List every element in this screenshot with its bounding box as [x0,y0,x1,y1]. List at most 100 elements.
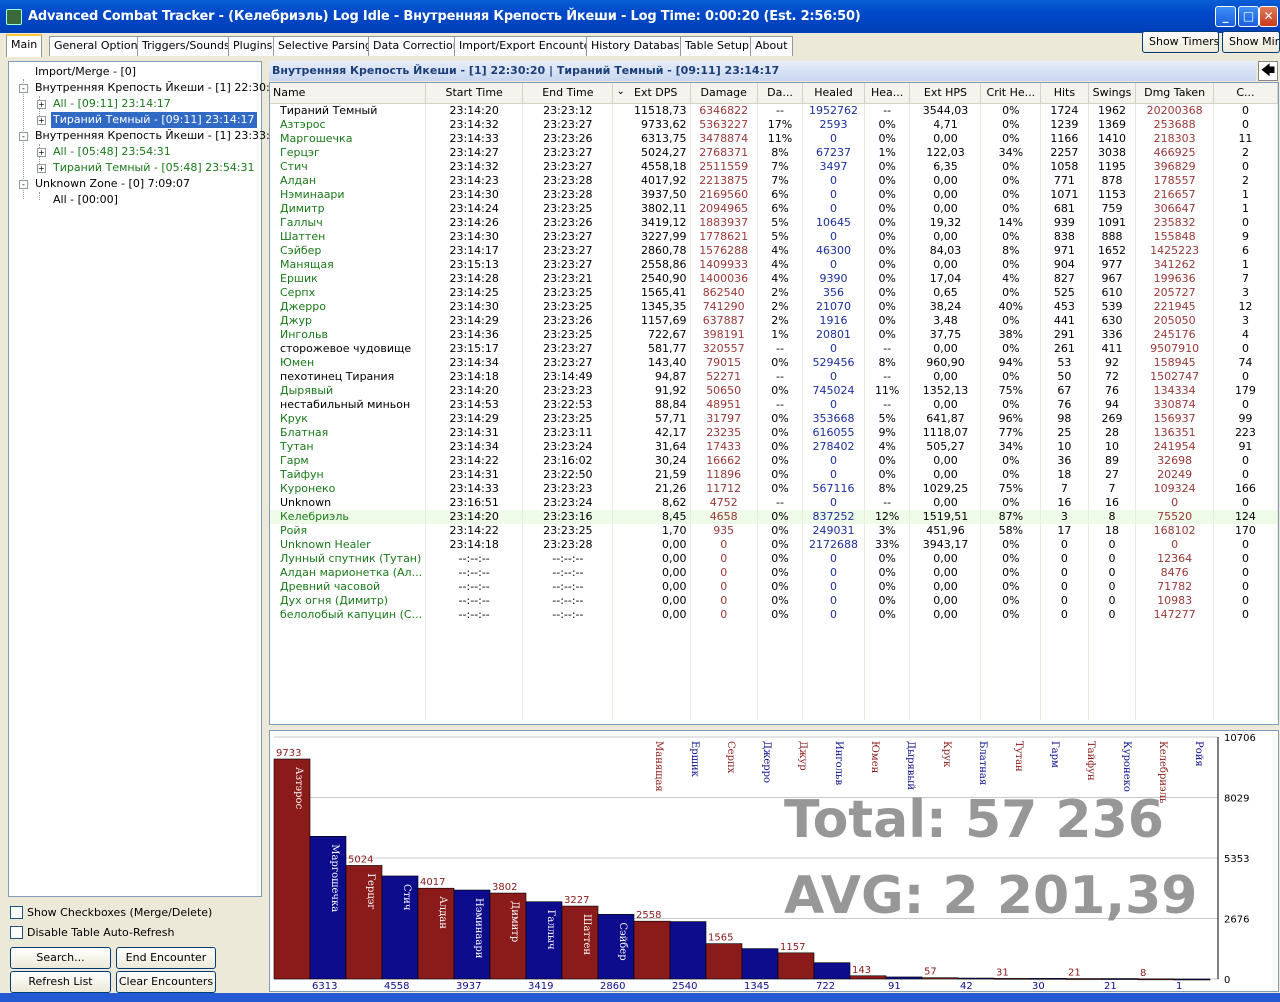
table-row[interactable]: Азтэрос 23:14:32 23:23:27 9733,62 5363227 17%… [270,117,1278,132]
disable-refresh-checkbox[interactable] [10,926,23,939]
table-row[interactable]: Дух огня (Димитр) --:--:-- --:--:-- 0,00 0 0%… [270,593,1278,608]
tab-selective-parsing[interactable]: Selective Parsing [273,36,377,56]
refresh-list-button[interactable]: Refresh List [10,971,111,993]
table-row[interactable]: Сэйбер 23:14:17 23:23:27 2860,78 1576288 4% 46… [270,243,1278,258]
table-row[interactable]: Тутан 23:14:34 23:23:24 31,64 17433 0% 278402 4… [270,439,1278,454]
tree-node-all-3[interactable]: All - [00:00] [53,192,118,208]
table-row[interactable]: Гарм 23:14:22 23:16:02 30,24 16662 0% 0 0% 0,00 0… [270,453,1278,468]
tree-node-import-merge[interactable]: Import/Merge - [0] [35,64,136,80]
table-row[interactable]: нестабильный миньон 23:14:53 23:22:53 88,84… [270,397,1278,412]
tree-node-all-1[interactable]: All - [09:11] 23:14:17 [53,96,171,112]
table-cell: 2593 [802,117,865,132]
table-row[interactable]: Джур 23:14:29 23:23:26 1157,69 637887 2% 1916 0… [270,313,1278,328]
expand-icon[interactable]: + [37,164,46,173]
column-header[interactable]: Hea... [864,83,911,104]
table-row[interactable]: Unknown Healer 23:14:18 23:23:28 0,00 0 0% 217… [270,537,1278,552]
table-row[interactable]: Келебриэль 23:14:20 23:23:16 8,45 4658 0% 8372… [270,509,1278,524]
show-checkboxes-checkbox[interactable] [10,906,23,919]
table-row[interactable]: Дырявый 23:14:20 23:23:23 91,92 50650 0% 74502… [270,383,1278,398]
table-cell: 291 [1040,327,1089,342]
table-row[interactable]: Манящая 23:15:13 23:23:27 2558,86 1409933 4% 0… [270,257,1278,272]
tree-node-zone-1[interactable]: Внутренняя Крепость Йкеши - [1] 22:30:20 [35,80,284,96]
table-row[interactable]: Тираний Темный 23:14:20 23:23:12 11518,73 63… [270,103,1278,118]
table-row[interactable]: Стич 23:14:32 23:23:27 4558,18 2511559 7% 3497… [270,159,1278,174]
tab-history-database[interactable]: History Database [586,36,692,56]
collapse-icon[interactable]: - [19,180,28,189]
column-header[interactable]: Da... [757,83,804,104]
tree-node-unknown-zone[interactable]: Unknown Zone - [0] 7:09:07 [35,176,190,192]
tab-main[interactable]: Main [6,34,43,57]
tree-node-encounter-selected[interactable]: Тираний Темный - [09:11] 23:14:17 [51,112,257,128]
table-cell: 0 [1088,579,1137,594]
table-row[interactable]: Димитр 23:14:24 23:23:25 3802,11 2094965 6% 0 0… [270,201,1278,216]
tab-data-correction[interactable]: Data Correction [368,36,465,56]
table-cell: 216657 [1135,187,1214,202]
combatant-table[interactable]: Name Start Time End Time ⌄ Ext DPS Damage Da..… [269,82,1279,725]
column-header[interactable]: Dmg Taken [1135,83,1214,104]
table-row[interactable]: Серпх 23:14:25 23:23:25 1565,41 862540 2% 356 0… [270,285,1278,300]
column-header[interactable]: Healed [802,83,865,104]
tree-node-zone-2[interactable]: Внутренняя Крепость Йкеши - [1] 23:33:54 [35,128,284,144]
show-timers-button[interactable]: Show Timers [1142,31,1219,53]
expand-icon[interactable]: + [37,100,46,109]
table-row[interactable]: Юмен 23:14:34 23:23:27 143,40 79015 0% 529456 8… [270,355,1278,370]
minimize-button[interactable]: _ [1215,6,1236,27]
collapse-icon[interactable]: - [19,132,28,141]
table-row[interactable]: Джерро 23:14:30 23:23:25 1345,35 741290 2% 210… [270,299,1278,314]
search-button[interactable]: Search... [10,947,111,969]
table-row[interactable]: Тайфун 23:14:31 23:22:50 21,59 11896 0% 0 0% 0,0… [270,467,1278,482]
column-header[interactable]: Crit He... [980,83,1042,104]
table-row[interactable]: Алдан 23:14:23 23:23:28 4017,92 2213875 7% 0 0%… [270,173,1278,188]
column-header[interactable]: Hits [1040,83,1089,104]
tab-general-options[interactable]: General Options [49,36,149,56]
show-mini-button[interactable]: Show Mini [1222,31,1280,53]
table-row[interactable]: Блатная 23:14:31 23:23:11 42,17 23235 0% 61605… [270,425,1278,440]
column-header[interactable]: C... [1213,83,1278,104]
table-row[interactable]: Ройя 23:14:22 23:23:25 1,70 935 0% 249031 3% 451… [270,523,1278,538]
column-header[interactable]: Start Time [425,83,524,104]
table-row[interactable]: Ингольв 23:14:36 23:23:25 722,67 398191 1% 208… [270,327,1278,342]
table-row[interactable]: Лунный спутник (Тутан) --:--:-- --:--:-- 0,… [270,551,1278,566]
column-header[interactable]: Name [270,83,427,104]
table-row[interactable]: Куронеко 23:14:33 23:23:23 21,26 11712 0% 5671… [270,481,1278,496]
tab-plugins[interactable]: Plugins [228,36,278,56]
back-arrow-icon[interactable]: 🡄 [1258,61,1278,81]
table-cell: 72 [1088,369,1137,384]
table-row[interactable]: пехотинец Тирания 23:14:18 23:14:49 94,87 52… [270,369,1278,384]
tree-node-all-2[interactable]: All - [05:48] 23:54:31 [53,144,171,160]
maximize-button[interactable]: □ [1238,6,1259,27]
table-row[interactable]: Unknown 23:16:51 23:23:24 8,62 4752 -- 0 -- 0,00… [270,495,1278,510]
table-cell: 79015 [690,355,758,370]
column-header[interactable]: Ext HPS [909,83,982,104]
table-row[interactable]: Шаттен 23:14:30 23:23:27 3227,99 1778621 5% 0 0… [270,229,1278,244]
table-cell: 0% [864,579,911,594]
tree-node-encounter-2[interactable]: Тираний Темный - [05:48] 23:54:31 [53,160,255,176]
end-encounter-button[interactable]: End Encounter [116,947,216,969]
column-header[interactable]: ⌄ Ext DPS [612,83,691,104]
table-row[interactable]: Маргошечка 23:14:33 23:23:26 6313,75 3478874… [270,131,1278,146]
collapse-icon[interactable]: - [19,84,28,93]
expand-icon[interactable]: + [37,148,46,157]
clear-encounters-button[interactable]: Clear Encounters [116,971,216,993]
table-row[interactable]: белолобый капуцин (С... --:--:-- --:--:-- 0… [270,607,1278,622]
table-row[interactable]: Древний часовой --:--:-- --:--:-- 0,00 0 0% 0 0… [270,579,1278,594]
tab-import-export[interactable]: Import/Export Encounters [454,36,606,56]
tab-table-setup[interactable]: Table Setup [680,36,754,56]
table-row[interactable]: Нэминаари 23:14:30 23:23:28 3937,50 2169560 6… [270,187,1278,202]
column-header[interactable]: Swings [1088,83,1137,104]
column-header[interactable]: Damage [690,83,758,104]
column-header[interactable]: End Time [522,83,614,104]
close-button[interactable]: ✕ [1259,6,1278,27]
bar-name-label: Ершик [689,741,700,778]
table-row[interactable]: Алдан марионетка (Ал... --:--:-- --:--:-- 0… [270,565,1278,580]
table-row[interactable]: Крук 23:14:29 23:23:25 57,71 31797 0% 353668 5%… [270,411,1278,426]
table-row[interactable]: сторожевое чудовище 23:15:17 23:23:27 581,7… [270,341,1278,356]
table-row[interactable]: Герцэг 23:14:27 23:23:27 5024,27 2768371 8% 67… [270,145,1278,160]
encounter-tree[interactable]: Import/Merge - [0] - Внутренняя Крепость… [8,61,284,897]
tab-about[interactable]: About [750,36,793,56]
table-row[interactable]: Ершик 23:14:28 23:23:21 2540,90 1400036 4% 939… [270,271,1278,286]
expand-icon[interactable]: + [37,116,46,125]
tab-triggers-sounds[interactable]: Triggers/Sounds [137,36,235,56]
table-cell: 8,62 [612,495,691,510]
table-row[interactable]: Галлыч 23:14:26 23:23:26 3419,12 1883937 5% 10… [270,215,1278,230]
